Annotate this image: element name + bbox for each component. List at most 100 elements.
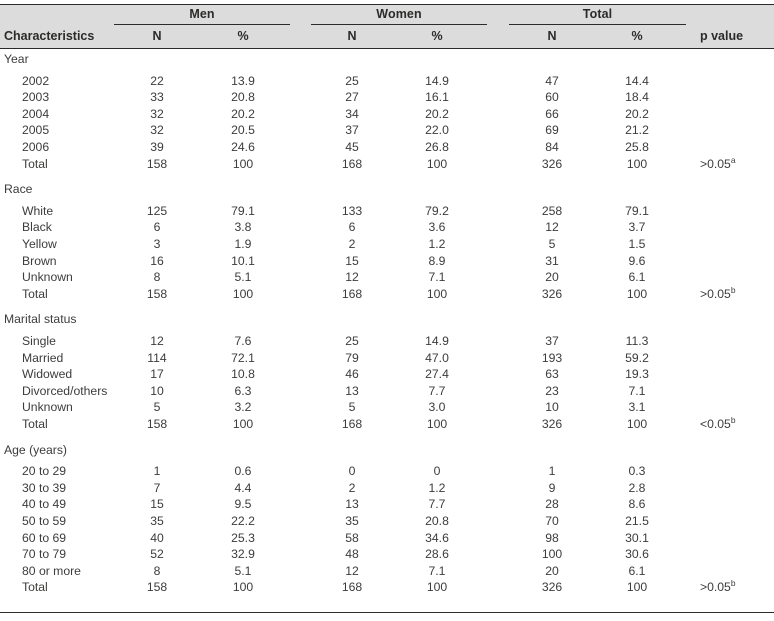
cell-total-pct: 79.1 — [625, 203, 649, 218]
cell-total-n: 1 — [548, 464, 556, 479]
cell-women-pct: 27.4 — [425, 367, 449, 382]
cell-women-n: 12 — [345, 270, 359, 285]
cell-women-n: 15 — [345, 253, 359, 268]
row-label: 60 to 69 — [22, 530, 67, 545]
cell-total-n: 63 — [545, 367, 559, 382]
cell-women-pct: 7.1 — [428, 563, 446, 578]
cell-women-n: 58 — [345, 530, 359, 545]
cell-women-n: 34 — [345, 106, 359, 121]
cell-women-n: 12 — [345, 563, 359, 578]
cell-total-pct: 11.3 — [625, 334, 649, 348]
cell-women-n: 2 — [348, 237, 356, 251]
row-label: 50 to 59 — [22, 514, 67, 528]
cell-women-n: 168 — [341, 580, 363, 595]
cell-women-pct: 1.2 — [428, 237, 446, 251]
cell-total-n: 47 — [545, 73, 559, 88]
cell-men-n: 3 — [153, 237, 161, 251]
cell-men-pct: 100 — [232, 580, 254, 595]
p-value-footnote-marker: b — [730, 284, 736, 295]
cell-women-pct: 34.6 — [425, 530, 449, 545]
row-label: Total — [22, 580, 48, 595]
characteristics-table: Characteristics Men Women Total N % N % … — [0, 0, 774, 621]
cell-total-pct: 7.1 — [628, 383, 646, 398]
cell-total-n: 84 — [545, 140, 559, 154]
cell-women-pct: 79.2 — [425, 203, 449, 218]
cell-men-n: 32 — [150, 123, 164, 138]
cell-men-n: 5 — [153, 400, 161, 415]
cell-men-pct: 9.5 — [234, 497, 252, 512]
cell-men-pct: 100 — [232, 417, 254, 431]
cell-p-value: >0.05a — [700, 154, 736, 171]
row-label: Single — [22, 334, 56, 348]
cell-men-n: 33 — [150, 90, 164, 105]
cell-men-pct: 4.4 — [234, 480, 252, 495]
column-header-men-pct: % — [237, 29, 249, 43]
section-title: Race — [4, 182, 33, 197]
cell-men-n: 15 — [150, 497, 164, 512]
p-value-footnote-marker: b — [730, 578, 736, 589]
cell-total-n: 326 — [541, 417, 563, 431]
section-title: Age (years) — [4, 442, 67, 457]
cell-women-n: 27 — [345, 90, 359, 105]
cell-men-pct: 1.9 — [234, 237, 252, 251]
cell-women-n: 5 — [348, 400, 356, 415]
cell-p-value: >0.05b — [700, 284, 736, 301]
row-label: Divorced/others — [22, 383, 108, 398]
cell-men-pct: 6.3 — [234, 383, 252, 398]
cell-men-n: 12 — [150, 334, 164, 348]
cell-total-pct: 100 — [626, 286, 648, 301]
column-header-total-pct: % — [631, 29, 643, 43]
cell-men-pct: 10.8 — [231, 367, 255, 382]
cell-total-n: 70 — [545, 514, 559, 528]
column-header-women-pct: % — [431, 29, 443, 43]
cell-women-n: 0 — [348, 464, 356, 479]
cell-women-pct: 20.8 — [425, 514, 449, 528]
row-label: Black — [22, 220, 52, 235]
cell-total-n: 69 — [545, 123, 559, 138]
cell-women-n: 48 — [345, 547, 359, 562]
cell-total-pct: 25.8 — [625, 140, 649, 154]
cell-total-pct: 3.1 — [628, 400, 646, 415]
cell-total-pct: 0.3 — [628, 464, 646, 479]
cell-women-pct: 100 — [426, 286, 448, 301]
cell-women-n: 35 — [345, 514, 359, 528]
column-header-total-n: N — [547, 29, 557, 43]
cell-women-n: 45 — [345, 140, 359, 154]
cell-men-pct: 79.1 — [231, 203, 255, 218]
group-rule-women — [311, 24, 487, 25]
cell-women-pct: 3.0 — [428, 400, 446, 415]
cell-men-n: 158 — [146, 286, 168, 301]
cell-total-pct: 21.5 — [625, 514, 649, 528]
cell-men-n: 10 — [150, 383, 164, 398]
row-label: Total — [22, 156, 48, 171]
cell-men-pct: 5.1 — [234, 563, 252, 578]
row-label: 40 to 49 — [22, 497, 67, 512]
cell-total-n: 258 — [541, 203, 563, 218]
cell-men-n: 16 — [150, 253, 164, 268]
cell-men-n: 7 — [153, 480, 161, 495]
cell-men-n: 40 — [150, 530, 164, 545]
column-header-p-value: p value — [700, 29, 744, 43]
cell-men-pct: 20.8 — [231, 90, 255, 105]
row-label: 2005 — [22, 123, 50, 138]
cell-men-n: 8 — [153, 270, 161, 285]
cell-women-pct: 100 — [426, 156, 448, 171]
cell-men-n: 39 — [150, 140, 164, 154]
cell-men-pct: 3.8 — [234, 220, 252, 235]
cell-total-n: 20 — [545, 270, 559, 285]
cell-total-pct: 100 — [626, 417, 648, 431]
cell-women-n: 13 — [345, 383, 359, 398]
cell-men-n: 114 — [147, 350, 167, 365]
cell-women-n: 13 — [345, 497, 359, 512]
cell-men-n: 32 — [150, 106, 164, 121]
row-label: White — [22, 203, 54, 218]
cell-men-pct: 7.6 — [234, 334, 252, 348]
cell-women-pct: 14.9 — [425, 334, 449, 348]
cell-men-n: 158 — [146, 417, 168, 431]
cell-total-n: 12 — [545, 220, 559, 235]
row-label: Widowed — [22, 367, 73, 382]
cell-women-pct: 26.8 — [425, 140, 449, 154]
cell-men-pct: 0.6 — [234, 464, 252, 479]
cell-women-n: 46 — [345, 367, 359, 382]
cell-p-value: <0.05b — [700, 414, 736, 431]
